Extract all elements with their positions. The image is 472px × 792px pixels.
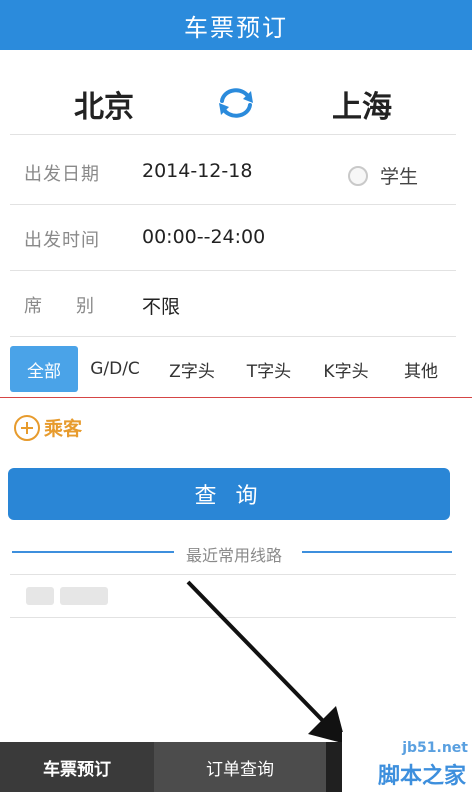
train-type-tabs: 全部 G/D/C Z字头 T字头 K字头 其他 [10,346,456,392]
tab-k[interactable]: K字头 [306,346,386,392]
tab-gdc[interactable]: G/D/C [78,346,152,392]
divider-line [0,397,472,398]
route-selector: 北京 上海 [10,62,456,135]
time-label: 出发时间 [24,230,100,251]
blurred-text [26,587,54,605]
page-title: 车票预订 [184,13,288,42]
date-row[interactable]: 出发日期 2014-12-18 学生 [10,140,456,205]
seat-row[interactable]: 席别 不限 [10,272,456,337]
seat-label-char-2: 别 [76,296,95,317]
checkbox-icon[interactable] [348,165,368,186]
recent-routes-divider: 最近常用线路 [12,540,452,565]
watermark-url: jb51.net [402,740,468,756]
student-label: 学生 [380,166,419,188]
time-row[interactable]: 出发时间 00:00--24:00 [10,206,456,271]
time-value[interactable]: 00:00--24:00 [142,226,265,248]
blurred-text [60,587,108,605]
tab-other[interactable]: 其他 [386,346,456,392]
divider-line-left [12,551,174,553]
search-button[interactable]: 查 询 [8,468,450,520]
pointer-arrow-icon [186,580,346,744]
add-circle-icon [14,414,40,441]
passenger-label: 乘客 [44,418,83,440]
swap-icon[interactable] [216,86,256,120]
tab-all[interactable]: 全部 [10,346,78,392]
date-label: 出发日期 [24,164,100,185]
student-checkbox[interactable]: 学生 [348,162,418,189]
date-value[interactable]: 2014-12-18 [142,160,252,182]
seat-label-char-1: 席 [24,296,43,317]
from-city[interactable]: 北京 [74,82,134,126]
app-header: 车票预订 [0,0,472,50]
recent-routes-title: 最近常用线路 [186,546,283,565]
watermark-text: 脚本之家 [377,764,466,789]
watermark: jb51.net 脚本之家 [342,732,472,792]
seat-label: 席别 [24,292,128,318]
nav-ticket-booking[interactable]: 车票预订 [0,742,154,792]
tab-t[interactable]: T字头 [232,346,306,392]
seat-value[interactable]: 不限 [142,292,180,319]
add-passenger-button[interactable]: 乘客 [14,414,82,441]
nav-order-query[interactable]: 订单查询 [154,742,326,792]
divider-line-right [302,551,452,553]
tab-z[interactable]: Z字头 [152,346,232,392]
to-city[interactable]: 上海 [332,82,392,126]
